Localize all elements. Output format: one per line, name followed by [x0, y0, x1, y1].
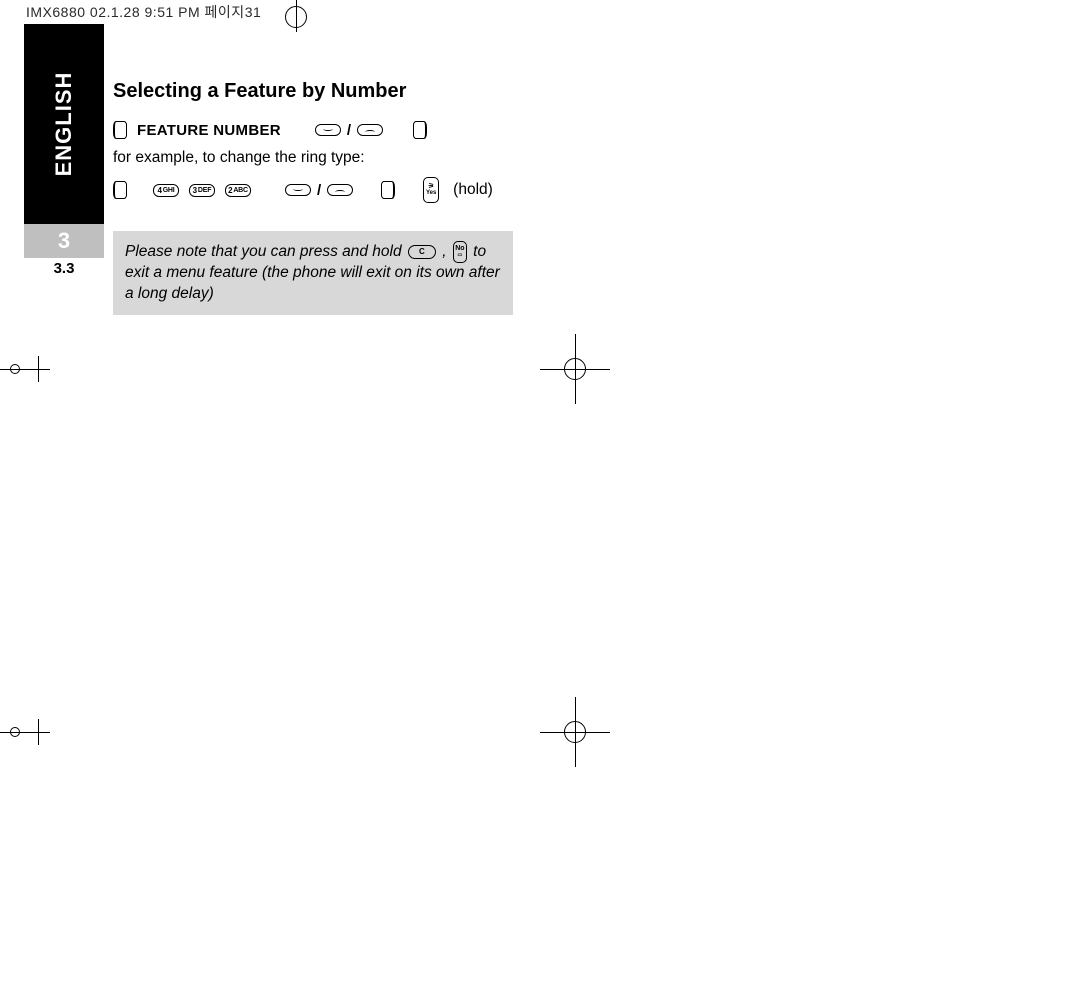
menu-key-right-icon: [381, 181, 395, 199]
reg-circle: [564, 721, 586, 743]
sidebar-language-label: ENGLISH: [51, 72, 77, 177]
crop-mark: [38, 719, 39, 745]
instruction-row-2: 4GHI 3DEF 2ABC / ⚞Yes (hold): [113, 177, 513, 203]
feature-number-label: FEATURE NUMBER: [137, 122, 281, 139]
section-heading: Selecting a Feature by Number: [113, 80, 513, 103]
slash-separator: /: [347, 122, 351, 139]
sidebar-language-block: ENGLISH: [24, 24, 104, 224]
reg-circle: [285, 6, 307, 28]
soft-key-up-icon: [357, 124, 383, 136]
soft-key-up-icon: [327, 184, 353, 196]
hold-label: (hold): [453, 181, 493, 199]
reg-circle-small: [10, 727, 20, 737]
menu-key-left-icon: [113, 181, 127, 199]
note-box: Please note that you can press and hold …: [113, 231, 513, 315]
digit-key-4-icon: 4GHI: [153, 184, 179, 197]
reg-circle-small: [10, 364, 20, 374]
reg-circle: [564, 358, 586, 380]
content-block: Selecting a Feature by Number FEATURE NU…: [113, 80, 513, 315]
sidebar-section-number: 3.3: [24, 258, 104, 284]
soft-key-down-icon: [315, 124, 341, 136]
example-intro-text: for example, to change the ring type:: [113, 149, 513, 167]
note-text-pre: Please note that you can press and hold: [125, 243, 406, 260]
instruction-row-1: FEATURE NUMBER /: [113, 121, 513, 139]
digit-key-3-icon: 3DEF: [189, 184, 215, 197]
menu-key-left-icon: [113, 121, 127, 139]
c-key-icon: C: [408, 245, 436, 259]
crop-mark: [0, 732, 50, 733]
yes-key-icon: ⚞Yes: [423, 177, 439, 203]
menu-key-right-icon: [413, 121, 427, 139]
no-key-icon: No▭: [453, 241, 467, 263]
slash-separator: /: [317, 182, 321, 199]
note-text-mid: ,: [442, 243, 451, 260]
digit-key-2-icon: 2ABC: [225, 184, 251, 197]
crop-mark: [38, 356, 39, 382]
soft-key-down-icon: [285, 184, 311, 196]
crop-mark: [0, 369, 50, 370]
sidebar-chapter-number: 3: [24, 224, 104, 258]
print-header: IMX6880 02.1.28 9:51 PM 페이지31: [26, 2, 261, 22]
